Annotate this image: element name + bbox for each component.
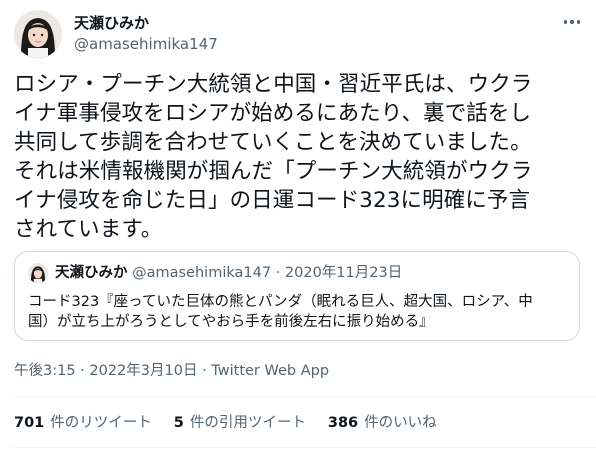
tweet-date[interactable]: 2022年3月10日 [89, 363, 197, 379]
timestamp-separator: · [75, 363, 90, 379]
likes-stat[interactable]: 386 件のいいね [328, 413, 437, 433]
quote-date: 2020年11月23日 [284, 265, 403, 281]
quote-header: 天瀬ひみか @amasehimika147 · 2020年11月23日 [55, 263, 402, 283]
quotes-count: 5 [173, 415, 184, 431]
more-dot [563, 20, 568, 24]
more-dot [576, 20, 581, 24]
avatar-image [14, 10, 62, 58]
author-handle[interactable]: @amasehimika147 [74, 34, 218, 54]
tweet-text: ロシア・プーチン大統領と中国・習近平氏は、ウクラ イナ軍事侵攻をロシアが始めるに… [14, 72, 533, 242]
timestamp-separator: · [197, 363, 212, 379]
more-icon[interactable] [558, 12, 586, 32]
author-name[interactable]: 天瀬ひみか [74, 13, 149, 33]
tweet-stats: 701 件のリツイート 5 件の引用ツイート 386 件のいいね [14, 413, 437, 433]
divider [14, 447, 596, 448]
quote-text: コード323『座っていた巨体の熊とパンダ（眠れる巨人、超大国、ロシア、中 国）が… [28, 294, 533, 330]
tweet-source[interactable]: Twitter Web App [211, 363, 329, 379]
quote-avatar-image [28, 263, 48, 283]
retweets-stat[interactable]: 701 件のリツイート [14, 413, 152, 433]
quote-tweet-card[interactable]: 天瀬ひみか @amasehimika147 · 2020年11月23日 コード3… [14, 251, 580, 341]
quote-separator: · [275, 265, 281, 281]
quote-author-handle: @amasehimika147 [132, 265, 272, 281]
quote-tweets-stat[interactable]: 5 件の引用ツイート [174, 413, 306, 433]
likes-label: 件のいいね [364, 415, 437, 431]
quotes-label: 件の引用ツイート [189, 415, 306, 431]
divider [14, 396, 596, 397]
avatar[interactable] [14, 10, 62, 58]
likes-count: 386 [327, 415, 359, 431]
tweet-time[interactable]: 午後3:15 [14, 363, 76, 379]
tweet-timestamp: 午後3:15 · 2022年3月10日 · Twitter Web App [14, 361, 329, 381]
retweets-count: 701 [14, 415, 45, 431]
quote-author-name: 天瀬ひみか [55, 265, 128, 281]
retweets-label: 件のリツイート [50, 415, 152, 431]
more-dot [570, 20, 574, 24]
quote-avatar [28, 263, 48, 283]
